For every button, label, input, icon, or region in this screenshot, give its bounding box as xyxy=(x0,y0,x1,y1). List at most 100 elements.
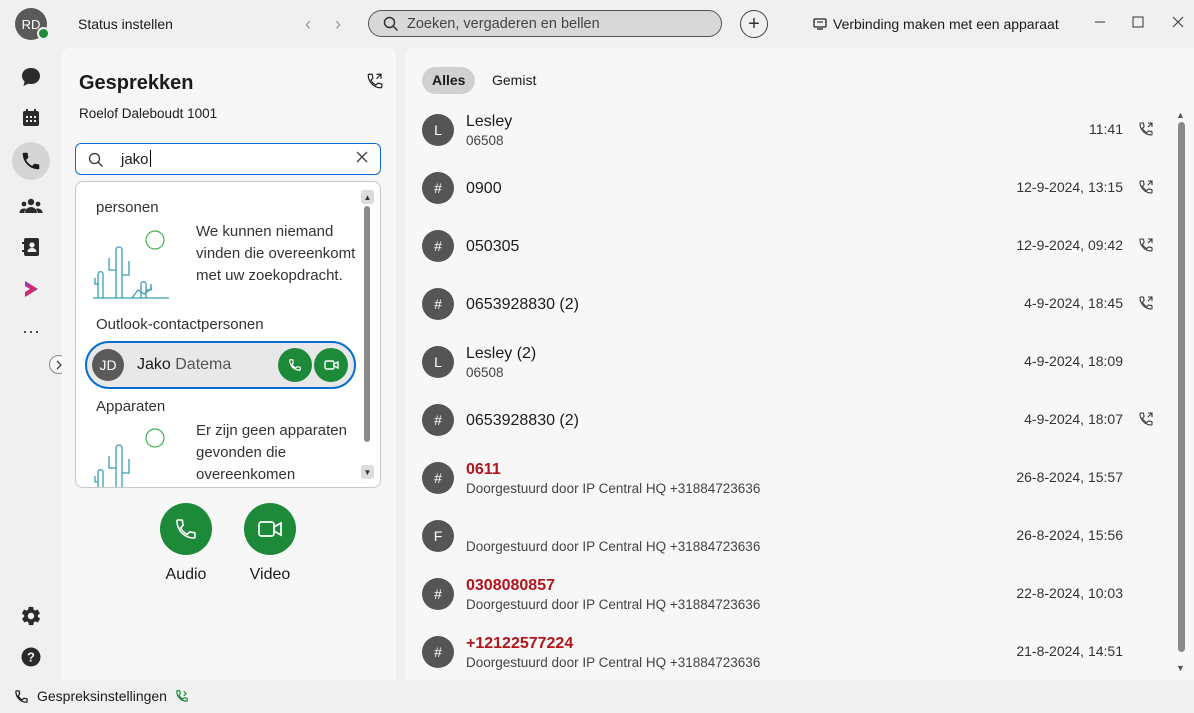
help-button[interactable]: ? xyxy=(12,638,50,676)
more-apps-icon[interactable]: ··· xyxy=(12,312,50,350)
connect-device-label: Verbinding maken met een apparaat xyxy=(833,16,1059,32)
contact-first-name: Jako xyxy=(137,356,171,373)
outlook-section-header: Outlook-contactpersonen xyxy=(96,316,264,333)
call-settings-link[interactable]: Gespreksinstellingen xyxy=(14,688,189,704)
minimize-button[interactable] xyxy=(1090,12,1110,32)
call-history-settings-button[interactable] xyxy=(366,72,384,93)
phone-settings-icon xyxy=(15,689,28,703)
caller-name: 0900 xyxy=(466,180,502,197)
caller-name: Lesley (2) xyxy=(466,345,537,362)
phone-icon xyxy=(176,519,196,539)
rail-app-launcher[interactable] xyxy=(12,270,50,308)
call-settings-label: Gespreksinstellingen xyxy=(37,688,167,704)
rail-meetings[interactable] xyxy=(12,99,50,137)
minimize-icon xyxy=(1095,21,1105,23)
scroll-down-icon[interactable]: ▼ xyxy=(361,465,374,479)
avatar: F xyxy=(422,520,454,552)
search-results-dropdown: personen We kunnen niemand vinden die ov… xyxy=(75,181,381,488)
scroll-down-icon[interactable]: ▼ xyxy=(1176,663,1185,673)
history-row[interactable]: #0653928830 (2) 4-9-2024, 18:45 xyxy=(405,277,1165,335)
history-row[interactable]: #0611 Doorgestuurd door IP Central HQ +31… xyxy=(405,451,1165,509)
phone-icon xyxy=(22,152,40,170)
people-group-icon xyxy=(19,198,43,213)
chat-bubble-icon xyxy=(22,68,40,86)
contacts-book-icon xyxy=(22,238,39,256)
call-timestamp: 22-8-2024, 10:03 xyxy=(1016,585,1123,601)
set-status-link[interactable]: Status instellen xyxy=(78,16,173,32)
devices-empty-message: Er zijn geen apparaten gevonden die over… xyxy=(196,422,347,483)
close-icon xyxy=(1172,16,1184,28)
contact-audio-call-button[interactable] xyxy=(278,348,312,382)
avatar: L xyxy=(422,114,454,146)
history-row[interactable]: L Lesley (2) 06508 4-9-2024, 18:09 xyxy=(405,335,1165,393)
phone-connected-icon xyxy=(176,690,188,702)
caller-name: 0653928830 (2) xyxy=(466,412,579,429)
caller-detail: 06508 xyxy=(466,133,504,148)
history-scrollbar[interactable]: ▲ ▼ xyxy=(1174,110,1188,676)
video-call-button[interactable] xyxy=(244,503,296,555)
history-row[interactable]: #050305 12-9-2024, 09:42 xyxy=(405,219,1165,277)
help-icon: ? xyxy=(21,647,41,667)
tab-missed[interactable]: Gemist xyxy=(482,67,546,94)
calls-panel: Gesprekken Roelof Daleboudt 1001 jako pe… xyxy=(62,48,396,680)
rail-contacts[interactable] xyxy=(12,228,50,266)
forward-arrow-icon[interactable]: › xyxy=(328,12,348,36)
scroll-up-icon[interactable]: ▲ xyxy=(361,190,374,204)
phone-icon xyxy=(289,359,301,371)
rail-teams[interactable] xyxy=(12,187,50,225)
people-empty-message: We kunnen niemand vinden die overeenkomt… xyxy=(196,223,356,284)
cactus-illustration-icon xyxy=(94,428,165,487)
avatar: # xyxy=(422,578,454,610)
call-timestamp: 4-9-2024, 18:07 xyxy=(1024,411,1123,427)
avatar: # xyxy=(422,172,454,204)
close-button[interactable] xyxy=(1168,12,1188,32)
phone-transfer-icon xyxy=(367,73,383,89)
dial-search-input[interactable]: jako xyxy=(75,143,381,175)
search-value: jako xyxy=(121,150,151,168)
back-arrow-icon[interactable]: ‹ xyxy=(298,12,318,36)
tab-all[interactable]: Alles xyxy=(422,67,476,94)
scrollbar-thumb[interactable] xyxy=(1178,122,1185,652)
outgoing-call-icon xyxy=(1138,295,1154,314)
scrollbar-thumb[interactable] xyxy=(364,206,370,442)
history-row[interactable]: #0900 12-9-2024, 13:15 xyxy=(405,161,1165,219)
caller-name: 0611 xyxy=(466,461,501,478)
avatar: # xyxy=(422,636,454,668)
dropdown-scrollbar[interactable]: ▲ ▼ xyxy=(361,190,374,480)
call-timestamp: 26-8-2024, 15:56 xyxy=(1016,527,1123,543)
presence-indicator xyxy=(37,27,50,40)
connect-device-button[interactable]: Verbinding maken met een apparaat xyxy=(813,16,1059,32)
audio-call-button[interactable] xyxy=(160,503,212,555)
avatar: # xyxy=(422,288,454,320)
history-row[interactable]: #0308080857 Doorgestuurd door IP Central … xyxy=(405,567,1165,625)
caller-detail: Doorgestuurd door IP Central HQ +3188472… xyxy=(466,655,761,670)
call-history-panel: Alles Gemist L Lesley 06508 11:41 #0900 12-9-… xyxy=(405,48,1194,680)
title-bar: RD Status instellen ‹ › Zoeken, vergader… xyxy=(0,0,1194,48)
video-camera-icon xyxy=(258,521,282,537)
contact-result-row[interactable]: JD Jako Datema xyxy=(85,341,356,389)
outgoing-call-icon xyxy=(1138,121,1154,140)
call-timestamp: 4-9-2024, 18:45 xyxy=(1024,295,1123,311)
contact-video-call-button[interactable] xyxy=(314,348,348,382)
video-camera-icon xyxy=(323,360,339,370)
history-row[interactable]: L Lesley 06508 11:41 xyxy=(405,103,1165,161)
caller-name: 0653928830 (2) xyxy=(466,296,579,313)
rail-calling[interactable] xyxy=(12,142,50,180)
history-row[interactable]: #0653928830 (2) 4-9-2024, 18:07 xyxy=(405,393,1165,451)
call-timestamp: 4-9-2024, 18:09 xyxy=(1024,353,1123,369)
maximize-button[interactable] xyxy=(1128,12,1148,32)
outgoing-call-icon xyxy=(1138,179,1154,198)
calendar-icon xyxy=(23,109,39,126)
global-search-input[interactable]: Zoeken, vergaderen en bellen xyxy=(368,10,722,37)
settings-button[interactable] xyxy=(12,597,50,635)
history-row[interactable]: # +12122577224 Doorgestuurd door IP Centra… xyxy=(405,625,1165,683)
rail-messaging[interactable] xyxy=(12,58,50,96)
clear-search-button[interactable] xyxy=(356,150,368,167)
caller-name: 050305 xyxy=(466,238,520,255)
avatar: # xyxy=(422,230,454,262)
new-action-button[interactable]: + xyxy=(740,10,768,38)
history-row[interactable]: F Doorgestuurd door IP Central HQ +318847… xyxy=(405,509,1165,567)
scroll-up-icon[interactable]: ▲ xyxy=(1176,110,1185,120)
caller-detail: Doorgestuurd door IP Central HQ +3188472… xyxy=(466,597,761,612)
caller-name: Lesley xyxy=(466,113,513,130)
